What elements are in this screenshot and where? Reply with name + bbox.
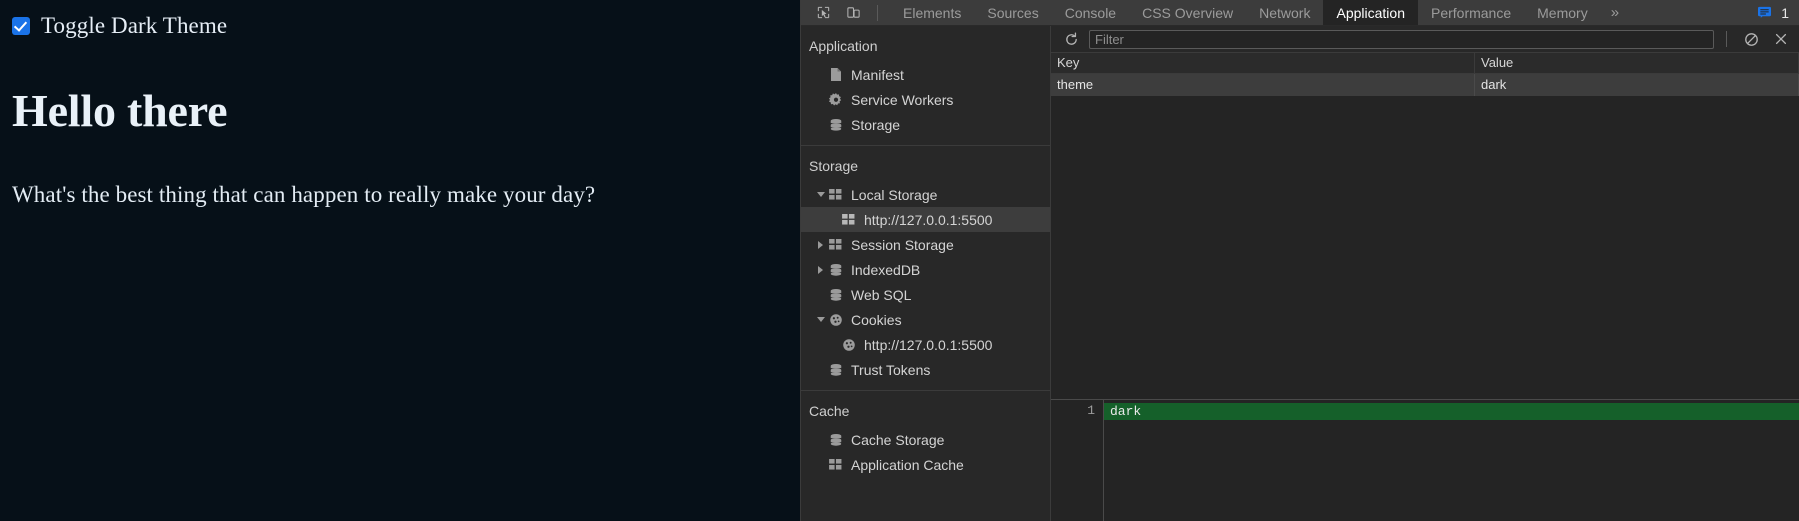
gear-icon [827, 92, 844, 108]
chevron-right-icon[interactable] [814, 232, 827, 257]
storage-toolbar [1051, 26, 1799, 53]
cell-key[interactable]: theme [1051, 74, 1475, 96]
tab-sources[interactable]: Sources [974, 0, 1051, 25]
inspect-element-icon[interactable] [811, 2, 835, 24]
table-body: theme dark [1051, 74, 1799, 399]
toolbar-divider [1726, 31, 1727, 47]
devtools-tab-list: Elements Sources Console CSS Overview Ne… [890, 0, 1629, 25]
manifest-document-icon [827, 67, 844, 83]
filter-input[interactable] [1089, 29, 1714, 49]
sidebar-item-label: Trust Tokens [851, 361, 931, 378]
toggle-dark-theme-checkbox[interactable] [12, 17, 30, 35]
devtools-panel: Elements Sources Console CSS Overview Ne… [800, 0, 1799, 521]
sidebar-item-cookies[interactable]: Cookies [801, 307, 1050, 332]
database-icon [827, 432, 844, 448]
sidebar-item-session-storage[interactable]: Session Storage [801, 232, 1050, 257]
sidebar-item-label: Cache Storage [851, 431, 945, 448]
sidebar-section-title-application: Application [809, 38, 878, 54]
sidebar-item-label: Storage [851, 116, 901, 133]
page-paragraph: What's the best thing that can happen to… [12, 182, 596, 207]
sidebar-item-label: http://127.0.0.1:5500 [864, 336, 993, 353]
sidebar-item-label: IndexedDB [851, 261, 921, 278]
table-grid-icon [827, 237, 844, 253]
table-row[interactable]: theme dark [1051, 74, 1799, 96]
table-grid-icon [840, 212, 857, 228]
device-toolbar-icon[interactable] [841, 2, 865, 24]
preview-line-number: 1 [1051, 400, 1104, 521]
devtools-body: Application Manifest Service Workers Sto… [801, 26, 1799, 521]
database-icon [827, 287, 844, 303]
sidebar-section-application: Application Manifest Service Workers Sto… [801, 32, 1050, 146]
devtools-tool-icons [801, 0, 890, 25]
toolbar-divider [877, 4, 878, 21]
sidebar-item-local-storage[interactable]: Local Storage [801, 182, 1050, 207]
table-header-row: Key Value [1051, 53, 1799, 74]
chevron-down-icon[interactable] [814, 307, 827, 332]
tab-performance[interactable]: Performance [1418, 0, 1524, 25]
sidebar-item-service-workers[interactable]: Service Workers [801, 87, 1050, 112]
sidebar-section-title-cache: Cache [809, 403, 850, 419]
sidebar-item-local-storage-origin[interactable]: http://127.0.0.1:5500 [801, 207, 1050, 232]
sidebar-item-label: Session Storage [851, 236, 954, 253]
sidebar-item-web-sql[interactable]: Web SQL [801, 282, 1050, 307]
column-header-key[interactable]: Key [1051, 53, 1475, 73]
sidebar-item-storage[interactable]: Storage [801, 112, 1050, 137]
sidebar-item-label: Local Storage [851, 186, 938, 203]
sidebar-section-storage: Storage Local Storage http://127.0.0.1:5… [801, 146, 1050, 391]
sidebar-item-label: Service Workers [851, 91, 954, 108]
local-storage-main-pane: Key Value theme dark [1051, 26, 1799, 521]
toggle-dark-theme-row[interactable]: Toggle Dark Theme [12, 12, 788, 40]
tab-css-overview[interactable]: CSS Overview [1129, 0, 1246, 25]
toggle-dark-theme-label: Toggle Dark Theme [41, 13, 228, 38]
column-header-value[interactable]: Value [1475, 53, 1799, 73]
sidebar-item-label: Web SQL [851, 286, 912, 303]
cookie-icon [840, 337, 857, 353]
chevron-down-icon[interactable] [814, 182, 827, 207]
cell-value[interactable]: dark [1475, 74, 1799, 96]
sidebar-item-manifest[interactable]: Manifest [801, 62, 1050, 87]
message-bubble-icon[interactable] [1752, 2, 1776, 24]
tab-network[interactable]: Network [1246, 0, 1323, 25]
table-grid-icon [827, 457, 844, 473]
storage-key-value-table: Key Value theme dark [1051, 53, 1799, 399]
devtools-tabbar: Elements Sources Console CSS Overview Ne… [801, 0, 1799, 26]
sidebar-item-label: Manifest [851, 66, 904, 83]
sidebar-item-indexeddb[interactable]: IndexedDB [801, 257, 1050, 282]
sidebar-item-trust-tokens[interactable]: Trust Tokens [801, 357, 1050, 382]
application-sidebar-tree[interactable]: Application Manifest Service Workers Sto… [801, 26, 1051, 521]
cookie-icon [827, 312, 844, 328]
sidebar-item-cache-storage[interactable]: Cache Storage [801, 427, 1050, 452]
rendered-webpage: Toggle Dark Theme Hello there What's the… [0, 0, 800, 521]
database-icon [827, 117, 844, 133]
database-icon [827, 262, 844, 278]
message-count-badge: 1 [1781, 4, 1789, 21]
sidebar-item-label: Cookies [851, 311, 902, 328]
page-heading: Hello there [12, 85, 228, 136]
tab-elements[interactable]: Elements [890, 0, 974, 25]
sidebar-section-cache: Cache Cache Storage Application Cache [801, 391, 1050, 485]
preview-content[interactable]: dark [1104, 400, 1799, 521]
sidebar-section-title-storage: Storage [809, 158, 859, 174]
sidebar-item-label: Application Cache [851, 456, 964, 473]
chevron-right-icon[interactable] [814, 257, 827, 282]
database-icon [827, 362, 844, 378]
tab-application[interactable]: Application [1323, 0, 1418, 25]
screenshot-root: Toggle Dark Theme Hello there What's the… [0, 0, 1799, 521]
table-grid-icon [827, 187, 844, 203]
refresh-icon[interactable] [1059, 28, 1083, 50]
sidebar-item-application-cache[interactable]: Application Cache [801, 452, 1050, 477]
more-tabs-chevron-icon[interactable]: » [1601, 0, 1629, 25]
delete-x-icon[interactable] [1769, 28, 1793, 50]
tab-memory[interactable]: Memory [1524, 0, 1601, 25]
devtools-tabbar-right: 1 [1744, 0, 1799, 25]
sidebar-item-label: http://127.0.0.1:5500 [864, 211, 993, 228]
value-preview-pane: 1 dark [1051, 399, 1799, 521]
sidebar-item-cookies-origin[interactable]: http://127.0.0.1:5500 [801, 332, 1050, 357]
clear-all-no-entry-icon[interactable] [1739, 28, 1763, 50]
tab-console[interactable]: Console [1052, 0, 1129, 25]
preview-line-text: dark [1104, 403, 1799, 420]
